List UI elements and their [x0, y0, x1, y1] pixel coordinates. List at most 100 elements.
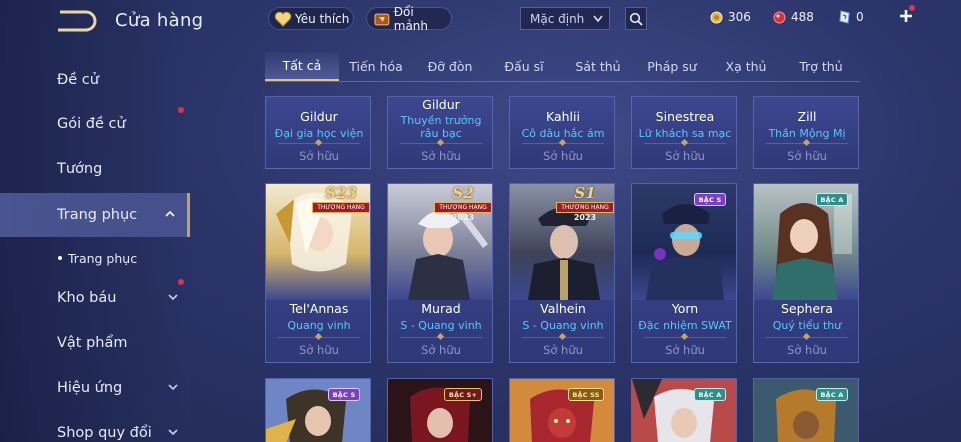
exchange-fragments-button[interactable]: Đổi mảnh [366, 4, 452, 33]
season-emblem: S23 THƯỢNG HẠNG [312, 184, 370, 213]
sidebar-item-label: Trang phục [68, 250, 138, 266]
tab-fighter[interactable]: Đấu sĩ [487, 52, 561, 81]
gold-balance: 306 [710, 8, 751, 26]
owned-status: Sở hữu [421, 149, 461, 163]
tier-badge: BẬC A [694, 388, 726, 401]
sidebar-item-label: Vật phẩm [57, 335, 128, 351]
chevron-down-icon [168, 294, 178, 301]
fragment-box-icon [374, 13, 390, 25]
skin-card[interactable]: S2 THƯỢNG HẠNG 2023 Murad S - Quang vinh… [387, 183, 493, 363]
skin-card[interactable]: S23 THƯỢNG HẠNG Tel'Annas Quang vinh Sở … [265, 183, 371, 363]
divider [644, 337, 726, 338]
skin-card[interactable]: Gildur Đại gia học viện Sở hữu [265, 96, 371, 169]
skin-card[interactable]: BẬC A [631, 378, 737, 442]
rank-label: THƯỢNG HẠNG [312, 202, 370, 213]
tab-evolution[interactable]: Tiến hóa [339, 52, 413, 81]
skin-card[interactable]: BẬC A [753, 378, 859, 442]
sidebar-item-skins[interactable]: Trang phục [0, 193, 190, 237]
chevron-down-icon [168, 429, 178, 436]
tier-badge: BẬC S+ [444, 388, 482, 401]
skin-name: Quý tiểu thư [772, 319, 842, 332]
tab-all[interactable]: Tất cả [265, 52, 339, 81]
tab-mage[interactable]: Pháp sư [635, 52, 709, 81]
owned-status: Sở hữu [787, 149, 827, 163]
notification-dot [178, 107, 184, 113]
sidebar-item-treasure[interactable]: Kho báu [0, 276, 190, 320]
tier-badge: BẬC A [816, 388, 848, 401]
skin-card[interactable]: BẬC S+ [387, 378, 493, 442]
sidebar-item-items[interactable]: Vật phẩm [0, 321, 190, 365]
tier-badge: BẬC S [328, 388, 360, 401]
season-label: S1 [574, 184, 596, 202]
season-label: S23 [325, 184, 357, 202]
owned-status: Sở hữu [299, 343, 339, 357]
gem-balance: 488 [773, 8, 814, 26]
tier-badge: BẬC SS [568, 388, 604, 401]
sidebar-item-featured[interactable]: Đề cử [0, 58, 190, 102]
rank-label: THƯỢNG HẠNG [434, 202, 492, 213]
hero-name: Sinestrea [655, 109, 715, 124]
favorites-label: Yêu thích [295, 11, 350, 26]
hero-name: Gildur [300, 109, 338, 124]
sidebar-item-label: Đề cử [57, 72, 99, 88]
hero-name: Tel'Annas [289, 301, 349, 316]
sidebar-item-heroes[interactable]: Tướng [0, 147, 190, 191]
owned-status: Sở hữu [665, 149, 705, 163]
sidebar-item-featured-packs[interactable]: Gói đề cử [0, 102, 190, 146]
voucher-amount: 0 [856, 10, 864, 24]
skin-card[interactable]: Kahlii Cô dâu hắc ám Sở hữu [509, 96, 615, 169]
notification-dot [909, 5, 915, 11]
season-emblem: S2 THƯỢNG HẠNG 2023 [434, 184, 492, 222]
owned-status: Sở hữu [543, 343, 583, 357]
skin-card[interactable]: Zill Thần Mộng Mị Sở hữu [753, 96, 859, 169]
tab-support[interactable]: Trợ thủ [783, 52, 859, 81]
skin-card[interactable]: S1 THƯỢNG HẠNG 2023 Valhein S - Quang vi… [509, 183, 615, 363]
skin-name: S - Quang vinh [400, 319, 482, 332]
divider [766, 337, 848, 338]
search-button[interactable] [625, 7, 647, 30]
sidebar-item-label: Tướng [57, 161, 103, 177]
sidebar-subitem-skins[interactable]: Trang phục [0, 236, 190, 280]
search-icon [629, 12, 643, 26]
season-emblem: S1 THƯỢNG HẠNG 2023 [556, 184, 614, 222]
owned-status: Sở hữu [543, 149, 583, 163]
season-year: 2023 [451, 213, 475, 222]
voucher-balance: 0 [838, 8, 864, 26]
back-arrow-icon[interactable] [56, 8, 98, 34]
sidebar-item-label: Kho báu [57, 290, 117, 306]
sidebar-item-label: Trang phục [57, 207, 138, 223]
sidebar-item-effects[interactable]: Hiệu ứng [0, 366, 190, 410]
owned-status: Sở hữu [787, 343, 827, 357]
sort-dropdown[interactable]: Mặc định [520, 7, 610, 30]
gem-amount: 488 [791, 10, 814, 24]
skin-card[interactable]: BẬC S Yorn Đặc nhiệm SWAT Sở hữu [631, 183, 737, 363]
skin-card[interactable]: Gildur Thuyền trưởng râu bạc Sở hữu [387, 96, 493, 169]
sidebar-item-exchange-shop[interactable]: Shop quy đổi [0, 411, 190, 442]
tier-badge: BẬC S [694, 193, 726, 206]
ruby-icon [773, 11, 786, 23]
exchange-fragments-label: Đổi mảnh [393, 4, 429, 33]
page-title: Cửa hàng [115, 10, 204, 31]
season-year: 2023 [573, 213, 597, 222]
skin-card[interactable]: BẬC A Sephera Quý tiểu thư Sở hữu [753, 183, 859, 363]
favorites-button[interactable]: Yêu thích [268, 7, 354, 30]
hero-name: Zill [797, 109, 817, 124]
tab-tank[interactable]: Đỡ đòn [413, 52, 487, 81]
sidebar-item-label: Gói đề cử [57, 116, 126, 132]
tab-assassin[interactable]: Sát thủ [561, 52, 635, 81]
divider [400, 337, 482, 338]
skin-card[interactable]: BẬC S [265, 378, 371, 442]
tier-badge: BẬC A [816, 193, 848, 206]
divider [522, 143, 604, 144]
chevron-down-icon [168, 384, 178, 391]
divider [766, 143, 848, 144]
season-label: S2 [452, 184, 474, 202]
hero-name: Valhein [540, 301, 586, 316]
tab-marksman[interactable]: Xạ thủ [709, 52, 783, 81]
bullet-icon [58, 256, 62, 260]
skin-card[interactable]: BẬC SS [509, 378, 615, 442]
skin-name: Thuyền trưởng râu bạc [400, 114, 482, 140]
voucher-icon [839, 10, 850, 24]
rank-label: THƯỢNG HẠNG [556, 202, 614, 213]
skin-card[interactable]: Sinestrea Lữ khách sa mạc Sở hữu [631, 96, 737, 169]
